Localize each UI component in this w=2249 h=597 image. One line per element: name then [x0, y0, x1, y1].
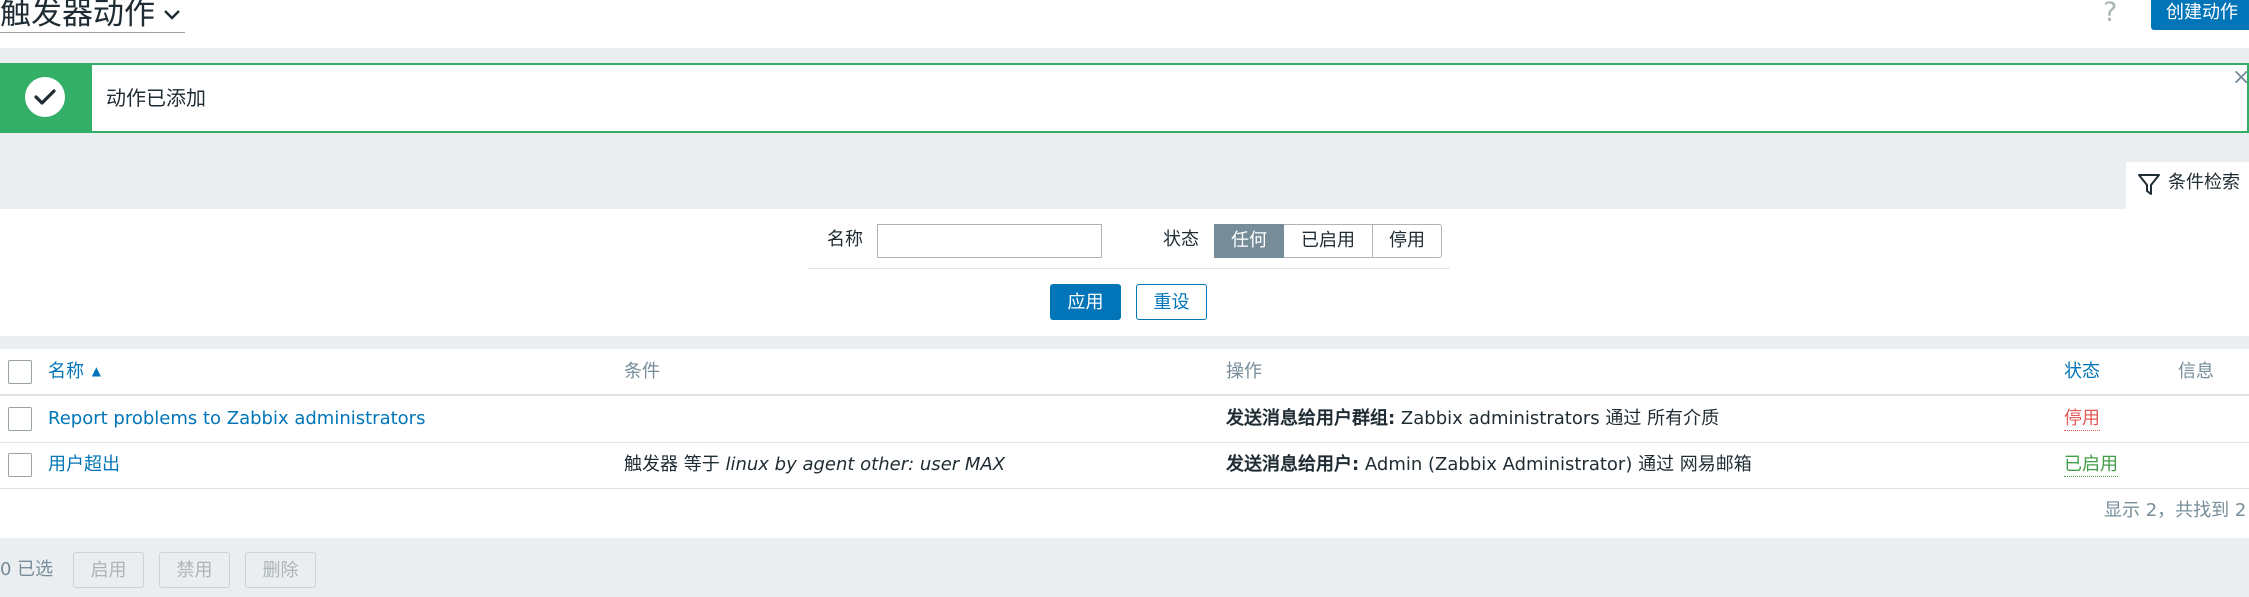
column-header-info: 信息: [2178, 361, 2214, 382]
column-name-label: 名称: [48, 361, 84, 382]
create-action-button[interactable]: 创建动作: [2151, 0, 2249, 30]
page-title-dropdown[interactable]: 触发器动作: [0, 0, 185, 33]
actions-table: 名称 ▲ 条件 操作 状态 信息 Report problems to Zabb…: [0, 349, 2249, 538]
action-condition: 触发器 等于 linux by agent other: user MAX: [624, 453, 1005, 477]
check-circle-icon: [25, 77, 65, 117]
pagination-summary: 显示 2，共找到 2: [2104, 500, 2247, 521]
filter-panel: 名称 状态 任何 已启用 停用 应用 重设: [0, 209, 2249, 336]
filter-divider: [808, 268, 1450, 269]
row-divider: [0, 488, 2249, 489]
status-toggle-link[interactable]: 已启用: [2064, 454, 2118, 477]
status-toggle-link[interactable]: 停用: [2064, 408, 2100, 431]
status-filter-label: 状态: [1163, 229, 1199, 250]
chevron-down-icon: [164, 10, 180, 20]
page-header: 触发器动作 ? 创建动作: [0, 0, 2249, 48]
name-filter-input[interactable]: [877, 224, 1102, 258]
column-header-operations: 操作: [1226, 361, 1262, 382]
action-name-link[interactable]: Report problems to Zabbix administrators: [48, 407, 425, 431]
condition-prefix: 触发器 等于: [624, 454, 726, 475]
select-all-checkbox[interactable]: [8, 360, 32, 384]
filter-tab-label: 条件检索: [2168, 172, 2240, 193]
status-option-any[interactable]: 任何: [1214, 224, 1284, 258]
sort-asc-icon: ▲: [91, 364, 101, 378]
condition-value: linux by agent other: user MAX: [725, 454, 1006, 475]
operation-detail: Admin (Zabbix Administrator) 通过 网易邮箱: [1359, 454, 1752, 475]
apply-button[interactable]: 应用: [1050, 284, 1121, 320]
operation-type: 发送消息给用户:: [1226, 454, 1360, 475]
selected-count: 0 已选: [0, 559, 54, 580]
row-checkbox[interactable]: [8, 407, 32, 431]
action-operation: 发送消息给用户群组: Zabbix administrators 通过 所有介质: [1226, 407, 1719, 431]
row-divider: [0, 442, 2249, 443]
operation-detail: Zabbix administrators 通过 所有介质: [1395, 408, 1720, 429]
column-header-name[interactable]: 名称 ▲: [48, 360, 101, 385]
message-text: 动作已添加: [106, 86, 206, 110]
row-checkbox[interactable]: [8, 453, 32, 477]
success-icon-box: [0, 63, 92, 133]
action-operation: 发送消息给用户: Admin (Zabbix Administrator) 通过…: [1226, 453, 1752, 477]
operation-type: 发送消息给用户群组:: [1226, 408, 1396, 429]
filter-icon: [2138, 174, 2160, 195]
action-name-link[interactable]: 用户超出: [48, 453, 120, 477]
filter-tab[interactable]: 条件检索: [2126, 162, 2249, 209]
reset-button[interactable]: 重设: [1136, 284, 1207, 320]
delete-selected-button[interactable]: 删除: [245, 552, 316, 588]
enable-selected-button[interactable]: 启用: [73, 552, 144, 588]
column-header-conditions: 条件: [624, 361, 660, 382]
success-message: 动作已添加 ×: [0, 63, 2249, 133]
close-icon[interactable]: ×: [2232, 67, 2249, 89]
header-divider: [0, 394, 2249, 396]
help-icon[interactable]: ?: [2103, 0, 2117, 26]
column-header-status[interactable]: 状态: [2064, 360, 2100, 384]
status-option-enabled[interactable]: 已启用: [1284, 224, 1373, 258]
disable-selected-button[interactable]: 禁用: [159, 552, 230, 588]
page-title: 触发器动作: [0, 0, 155, 32]
status-option-disabled[interactable]: 停用: [1372, 224, 1442, 258]
name-filter-label: 名称: [827, 229, 863, 250]
